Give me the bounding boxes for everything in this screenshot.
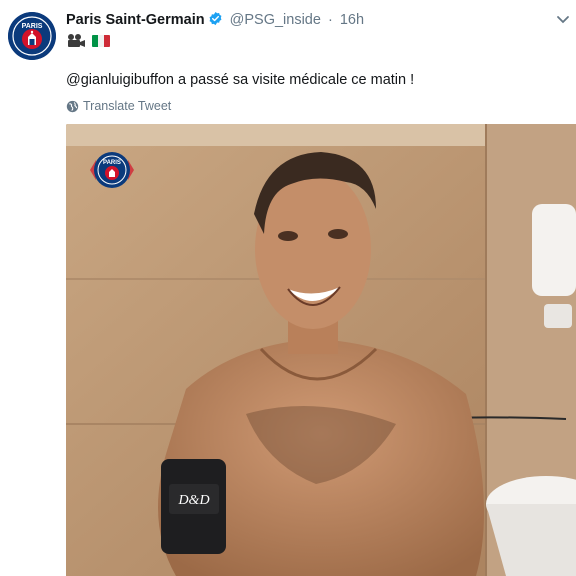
tweet-body-text: a passé sa visite médicale ce matin ! <box>173 72 415 88</box>
globe-icon <box>66 100 79 112</box>
video-camera-icon <box>68 34 85 47</box>
tweet-header: Paris Saint-Germain @PSG_inside · 16h <box>66 11 566 33</box>
tweet-text: @gianluigibuffon a passé sa visite médic… <box>66 72 414 88</box>
tweet-timestamp[interactable]: 16h <box>340 12 364 28</box>
psg-watermark-icon: PARIS <box>90 152 134 188</box>
svg-text:PARIS: PARIS <box>22 23 43 30</box>
verified-badge-icon <box>208 11 223 30</box>
video-frame: D&D <box>66 124 576 576</box>
tweet: PARIS Paris Saint-Germain @PSG_inside · … <box>0 0 576 576</box>
emoji-row <box>66 32 110 50</box>
account-name[interactable]: Paris Saint-Germain <box>66 12 205 28</box>
translate-tweet-link[interactable]: Translate Tweet <box>66 99 171 113</box>
translate-label: Translate Tweet <box>83 99 172 113</box>
account-handle[interactable]: @PSG_inside <box>230 12 321 28</box>
psg-logo-icon: PARIS <box>8 12 56 60</box>
mention-link[interactable]: @gianluigibuffon <box>66 72 174 88</box>
video-thumbnail[interactable]: D&D PARIS <box>66 124 576 576</box>
separator-dot: · <box>327 12 333 28</box>
chevron-down-icon[interactable] <box>556 12 570 24</box>
avatar[interactable]: PARIS <box>8 12 56 60</box>
italy-flag-icon <box>92 35 110 47</box>
svg-text:PARIS: PARIS <box>103 160 121 166</box>
armband-label: D&D <box>177 493 209 508</box>
psg-watermark: PARIS <box>82 140 142 200</box>
